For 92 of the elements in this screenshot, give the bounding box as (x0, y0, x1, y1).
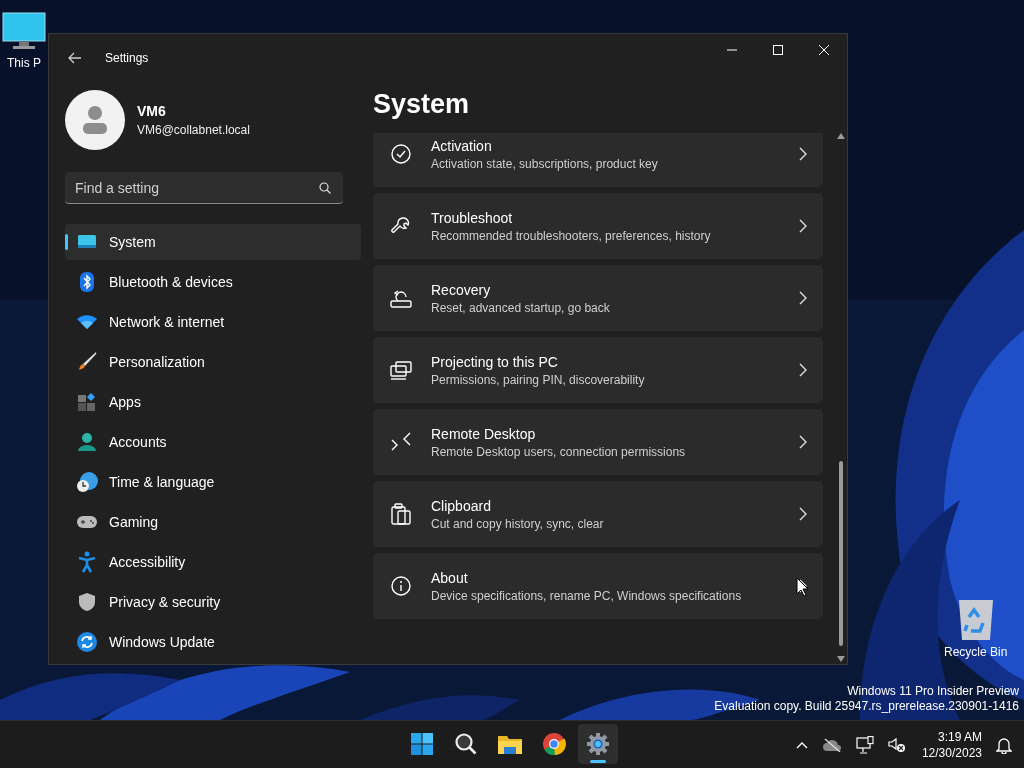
card-description: Recommended troubleshooters, preferences, history (431, 228, 712, 243)
nav-item[interactable]: Network & internet (65, 304, 361, 340)
search-field[interactable]: Find a setting (65, 172, 343, 204)
settings-card[interactable]: About Device specifications, rename PC, Windows specifications (373, 553, 823, 619)
sync-icon (76, 631, 98, 653)
back-arrow-icon (68, 52, 82, 64)
nav-item[interactable]: Apps (65, 384, 361, 420)
screens-icon (390, 360, 412, 380)
recovery-drive-icon (390, 288, 412, 308)
card-title: Recovery (431, 281, 492, 298)
network-icon[interactable] (855, 735, 874, 754)
desktop-icon[interactable]: This P (2, 12, 46, 70)
avatar[interactable] (65, 90, 125, 150)
paintbrush-icon (77, 352, 97, 372)
gamepad-icon (76, 514, 98, 530)
card-title: Activation (431, 137, 493, 154)
search-icon (454, 732, 478, 756)
remote-arrows-icon (391, 432, 411, 452)
nav-item[interactable]: Bluetooth & devices (65, 264, 361, 300)
card-description: Cut and copy history, sync, clear (431, 516, 605, 531)
settings-card[interactable]: Remote Desktop Remote Desktop users, connection permissions (373, 409, 823, 475)
scroll-down-icon (837, 656, 845, 662)
settings-card[interactable]: Projecting to this PC Permissions, pairing PIN, discoverability (373, 337, 823, 403)
scrollbar-thumb[interactable] (839, 461, 843, 646)
chevron-right-icon (799, 219, 807, 233)
taskbar-button[interactable] (578, 724, 618, 764)
active-indicator (590, 760, 606, 763)
scroll-up-icon (837, 133, 845, 139)
card-description: Reset, advanced startup, go back (431, 300, 611, 315)
card-description: Permissions, pairing PIN, discoverability (431, 372, 646, 387)
chevron-right-icon (799, 291, 807, 305)
card-title: Remote Desktop (431, 425, 537, 442)
card-title: Clipboard (431, 497, 492, 514)
speaker-muted-icon[interactable] (887, 736, 906, 753)
nav-item[interactable]: Privacy & security (65, 584, 361, 620)
chevron-right-icon (799, 147, 807, 161)
settings-card[interactable]: Recovery Reset, advanced startup, go back (373, 265, 823, 331)
search-icon (319, 182, 331, 194)
card-title: Projecting to this PC (431, 353, 559, 370)
monitor-icon (2, 12, 46, 52)
folder-icon (497, 733, 523, 755)
apps-grid-icon (77, 392, 97, 412)
desktop-icon[interactable]: Recycle Bin (944, 597, 1008, 659)
window-title: Settings (105, 51, 150, 65)
nav-item[interactable]: System (65, 224, 361, 260)
cloud-off-icon[interactable] (821, 737, 842, 752)
person-silhouette-icon (80, 105, 110, 135)
chevron-up-icon[interactable] (795, 740, 808, 749)
card-title: About (431, 569, 469, 586)
check-circle-icon (391, 144, 411, 164)
settings-card[interactable]: Troubleshoot Recommended troubleshooters, preferences, history (373, 193, 823, 259)
build-text: Evaluation copy. Build 25947.rs_prerelease.230901-1416 (714, 699, 1019, 714)
minimize-icon (727, 49, 737, 51)
bluetooth-icon (79, 272, 95, 292)
selection-indicator (65, 234, 68, 250)
chevron-right-icon (799, 435, 807, 449)
wifi-icon (76, 314, 98, 330)
scrollbar[interactable] (835, 133, 847, 664)
card-description: Device specifications, rename PC, Windows specifications (431, 588, 743, 603)
bell-icon[interactable] (996, 735, 1012, 754)
browser-icon (542, 732, 566, 756)
nav-item[interactable]: Time & language (65, 464, 361, 500)
chevron-right-icon (799, 507, 807, 521)
card-description: Remote Desktop users, connection permissions (431, 444, 687, 459)
nav-item[interactable]: Windows Update (65, 624, 361, 660)
clock[interactable]: 3:19 AM 12/30/2023 (921, 728, 982, 761)
wrench-icon (391, 216, 411, 236)
card-title: Troubleshoot (431, 209, 514, 226)
nav-item[interactable]: Gaming (65, 504, 361, 540)
chevron-right-icon (799, 363, 807, 377)
card-description: Activation state, subscriptions, product key (431, 156, 659, 171)
cursor-icon (796, 577, 808, 597)
page-title: System (373, 88, 471, 121)
close-icon (819, 45, 829, 55)
globe-clock-icon (76, 471, 98, 493)
monitor-icon (77, 234, 97, 250)
settings-card[interactable]: Activation Activation state, subscriptions, product key (373, 133, 823, 187)
person-icon (77, 432, 97, 452)
maximize-icon (773, 45, 783, 55)
gear-icon (586, 732, 610, 756)
accessibility-icon (78, 551, 96, 573)
info-icon (391, 576, 411, 596)
windows-logo-icon (410, 732, 434, 756)
nav-item[interactable]: Accounts (65, 424, 361, 460)
user-name: VM6 (137, 103, 167, 119)
shield-icon (78, 592, 96, 612)
edition-text: Windows 11 Pro Insider Preview (847, 684, 1019, 699)
settings-card[interactable]: Clipboard Cut and copy history, sync, clear (373, 481, 823, 547)
nav-item[interactable]: Personalization (65, 344, 361, 380)
user-email: VM6@collabnet.local (137, 123, 250, 137)
nav-item[interactable]: Accessibility (65, 544, 361, 580)
clipboard-icon (391, 503, 411, 525)
